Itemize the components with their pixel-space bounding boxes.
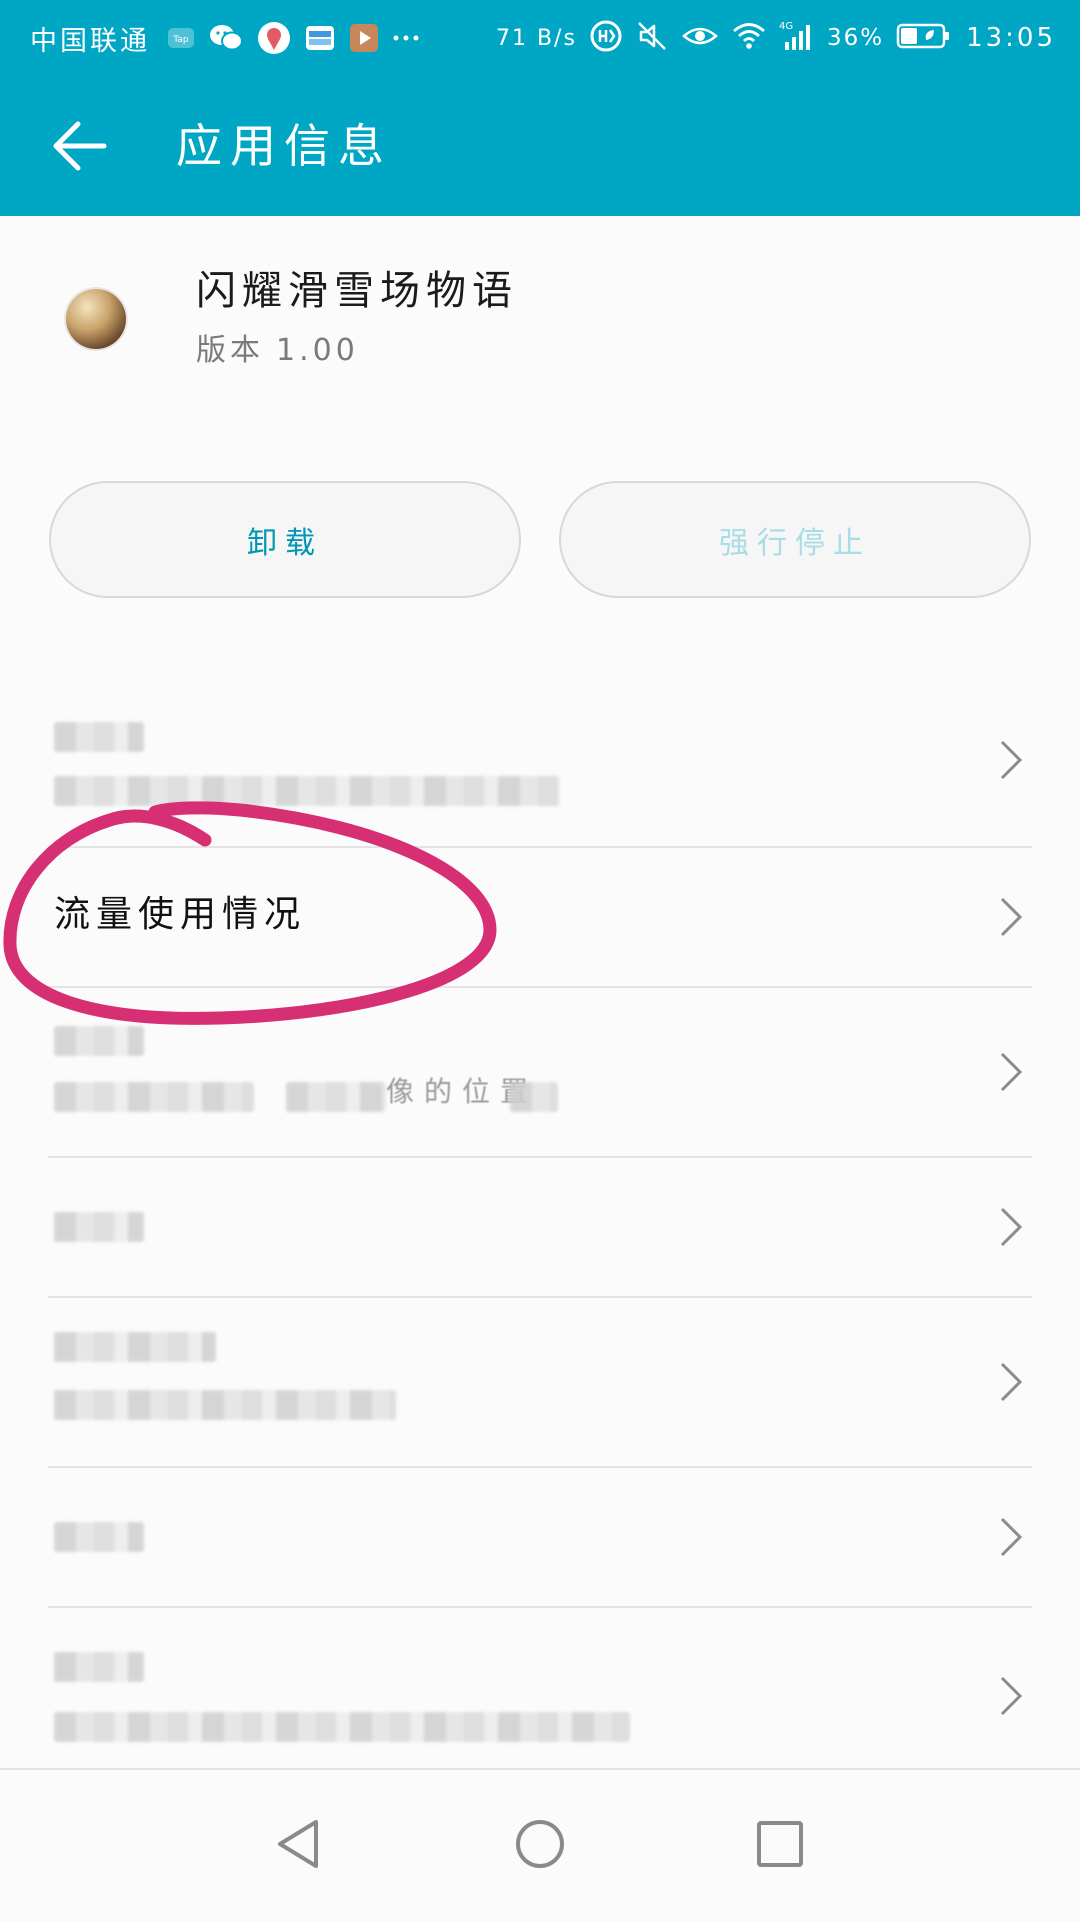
- force-stop-button[interactable]: 强行停止: [559, 481, 1031, 598]
- chevron-right-icon: [1000, 1362, 1023, 1402]
- signal-icon: 4G: [779, 20, 815, 56]
- list-item[interactable]: [0, 1298, 1080, 1466]
- blurred-subtitle: [286, 1082, 386, 1112]
- status-right: 71 B/s 4G 36% 13:05: [484, 16, 1056, 60]
- back-arrow-icon: [53, 121, 107, 171]
- blurred-title: [54, 1652, 144, 1682]
- app-version: 版本 1.00: [196, 330, 371, 372]
- nav-recents-button[interactable]: [740, 1804, 820, 1884]
- wallet-icon: [304, 22, 336, 54]
- chevron-right-icon: [1000, 1207, 1023, 1247]
- chevron-right-icon: [1000, 1676, 1023, 1716]
- list-item[interactable]: [0, 690, 1080, 846]
- chevron-right-icon: [1000, 1517, 1023, 1557]
- blurred-title: [54, 1212, 144, 1242]
- back-button[interactable]: [40, 106, 120, 186]
- status-left: 中国联通 Tap: [30, 16, 432, 60]
- navigation-bar: [0, 1768, 1080, 1922]
- network-type: 4G: [779, 21, 793, 32]
- wechat-icon: [208, 22, 244, 54]
- version-value: 1.00: [276, 333, 359, 368]
- list-item[interactable]: [0, 1608, 1080, 1768]
- nav-home-button[interactable]: [500, 1804, 580, 1884]
- eye-comfort-icon: [681, 21, 719, 55]
- net-speed: 71 B/s: [495, 25, 577, 51]
- carrier-name: 中国联通: [30, 25, 150, 57]
- uninstall-button[interactable]: 卸载: [49, 481, 521, 598]
- blurred-title: [54, 722, 144, 752]
- list-item-data-usage[interactable]: 流量使用情况: [0, 848, 1080, 986]
- status-bar: 中国联通 Tap 71 B/s 4G 36% 13:05: [0, 0, 1080, 76]
- version-label: 版本: [196, 333, 264, 368]
- wifi-icon: [731, 21, 767, 55]
- battery-percent: 36%: [826, 25, 885, 51]
- more-notifications-icon: [392, 33, 420, 43]
- blurred-title: [54, 1522, 144, 1552]
- clock: 13:05: [966, 23, 1056, 53]
- hd-icon: [589, 19, 623, 57]
- app-icon: [66, 289, 126, 349]
- nav-back-button[interactable]: [260, 1804, 340, 1884]
- list-item[interactable]: 像的位置: [0, 988, 1080, 1156]
- chevron-right-icon: [1000, 897, 1023, 937]
- list-item[interactable]: [0, 1468, 1080, 1606]
- location-app-icon: [256, 20, 292, 56]
- svg-text:Tap: Tap: [172, 35, 189, 45]
- circle-home-icon: [516, 1820, 564, 1868]
- battery-icon: [896, 22, 952, 54]
- page-title: 应用信息: [176, 119, 392, 173]
- app-bar: 应用信息: [0, 76, 1080, 216]
- list-item[interactable]: [0, 1158, 1080, 1296]
- blurred-title: [54, 1332, 216, 1362]
- square-recents-icon: [757, 1821, 803, 1867]
- blurred-subtitle: [54, 1390, 396, 1420]
- blurred-subtitle: [54, 1082, 254, 1112]
- force-stop-label: 强行停止: [719, 525, 871, 561]
- app-name: 闪耀滑雪场物语: [196, 268, 518, 314]
- mute-icon: [635, 19, 669, 57]
- triangle-back-icon: [278, 1820, 318, 1868]
- blurred-subtitle: [54, 776, 560, 806]
- uninstall-label: 卸载: [247, 525, 323, 561]
- blurred-subtitle: [54, 1712, 630, 1742]
- blurred-subtitle: [510, 1082, 558, 1112]
- video-app-icon: [348, 22, 380, 54]
- chevron-right-icon: [1000, 740, 1023, 780]
- chevron-right-icon: [1000, 1052, 1023, 1092]
- blurred-title: [54, 1026, 144, 1056]
- data-usage-title: 流量使用情况: [54, 894, 307, 935]
- taptap-icon: Tap: [166, 23, 196, 53]
